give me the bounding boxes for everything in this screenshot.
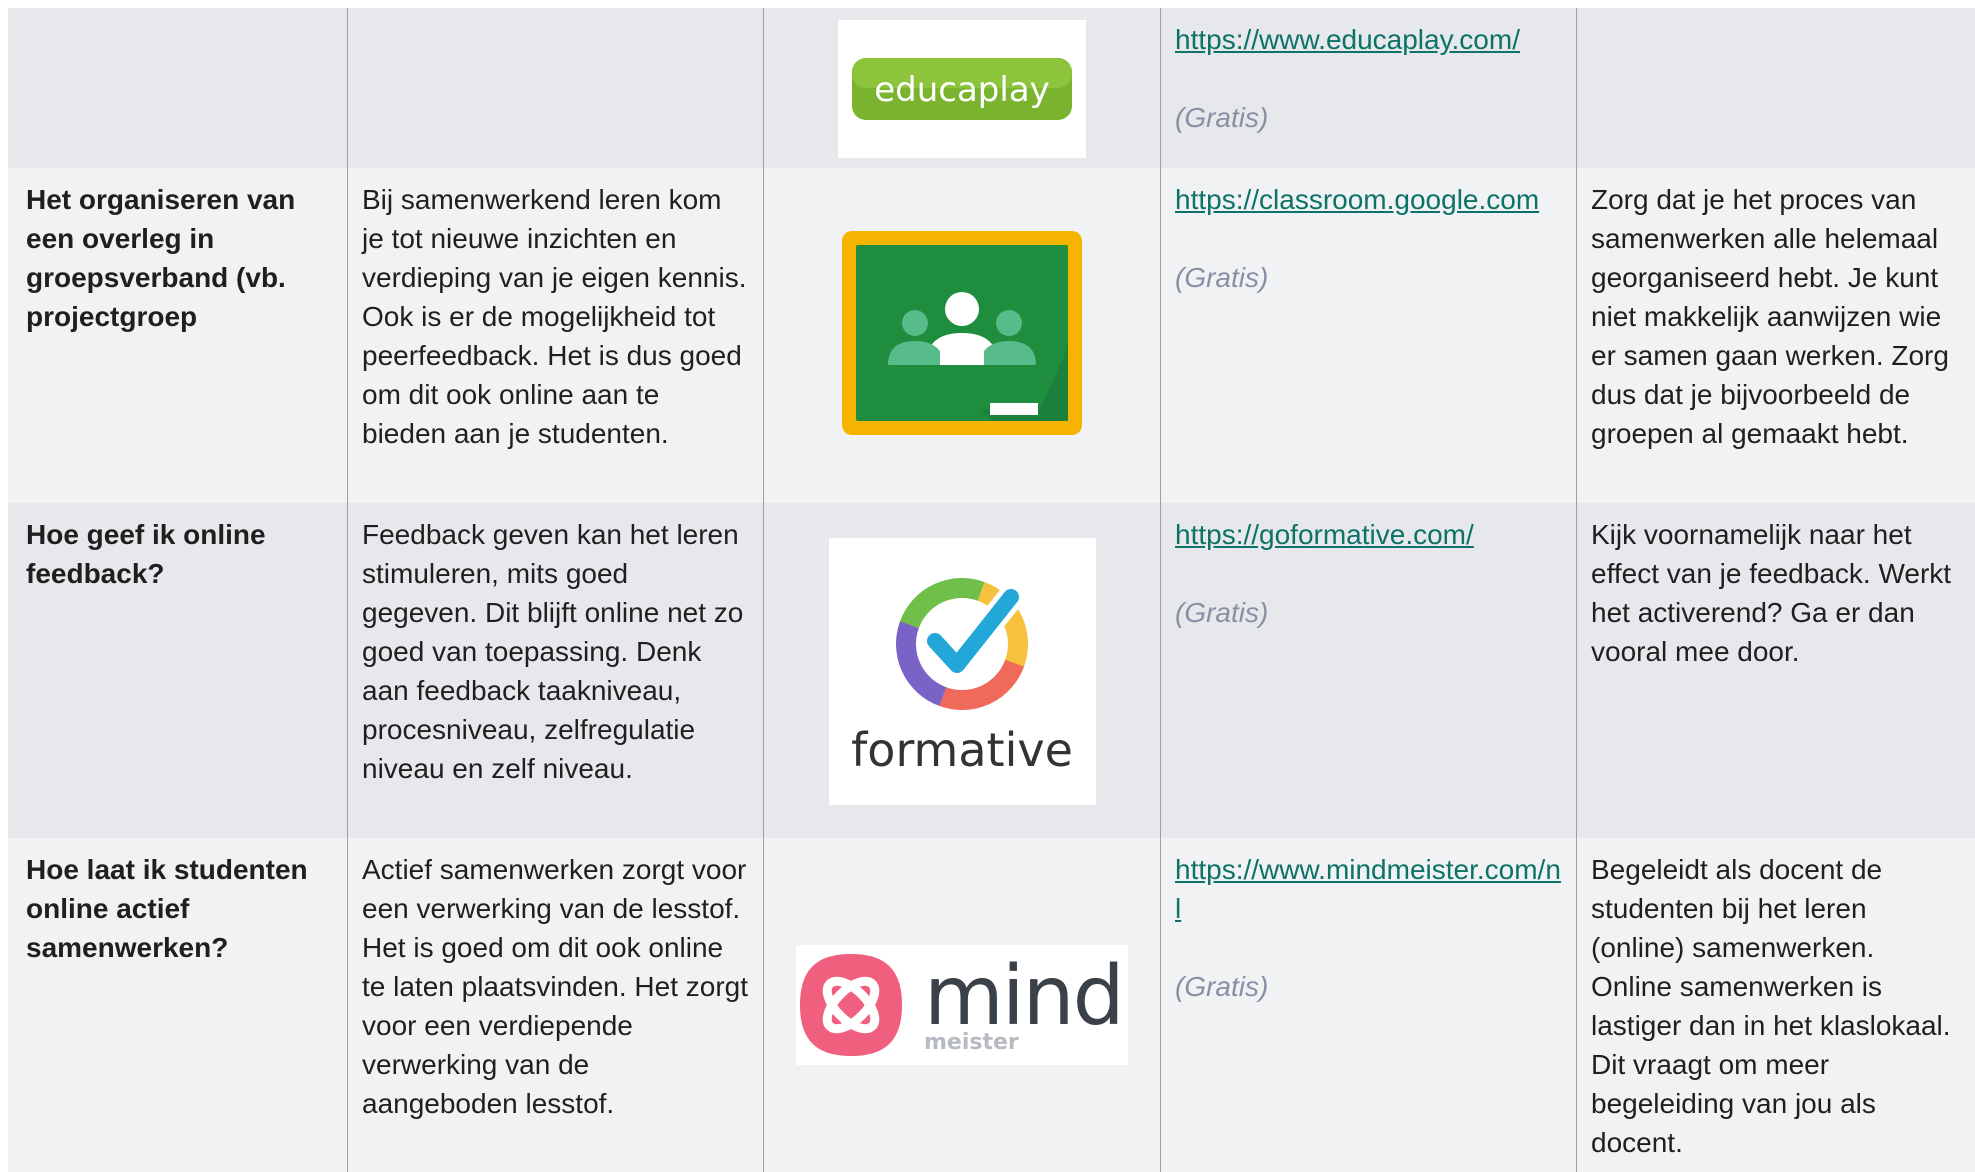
tool-link[interactable]: https://www.mindmeister.com/nl (1175, 850, 1562, 928)
price-label: (Gratis) (1175, 597, 1269, 628)
logo-cell: formative (763, 503, 1160, 838)
price-label: (Gratis) (1175, 102, 1269, 133)
tip-cell: Begeleidt als docent de studenten bij he… (1576, 838, 1975, 1172)
price-label: (Gratis) (1175, 262, 1269, 293)
educaplay-logo: educaplay (838, 20, 1086, 158)
question-cell (8, 8, 347, 168)
link-cell: https://goformative.com/ (Gratis) (1160, 503, 1576, 838)
google-classroom-logo (842, 230, 1082, 435)
logo-cell (763, 168, 1160, 503)
mindmeister-logo-mark (800, 954, 902, 1056)
mindmeister-logo: mind meister (796, 945, 1128, 1065)
tip-cell: Zorg dat je het proces van samenwerken a… (1576, 168, 1975, 503)
description-cell: Bij samenwerkend leren kom je tot nieuwe… (347, 168, 763, 503)
question-cell: Hoe geef ik online feedback? (26, 519, 266, 589)
logo-cell: educaplay (763, 8, 1160, 168)
price-label: (Gratis) (1175, 971, 1269, 1002)
link-cell: https://www.mindmeister.com/nl (Gratis) (1160, 838, 1576, 1172)
tools-table: educaplay https://www.educaplay.com/ (Gr… (8, 8, 1975, 1172)
formative-logo: formative (828, 538, 1096, 805)
mindmeister-logo-text: mind (924, 949, 1125, 1044)
table-row: Hoe laat ik studenten online actief same… (8, 838, 1975, 1172)
table-row: Het organiseren van een overleg in groep… (8, 168, 1975, 503)
formative-logo-text: formative (851, 722, 1073, 777)
question-cell: Het organiseren van een overleg in groep… (26, 184, 296, 332)
table-row: Hoe geef ik online feedback? Feedback ge… (8, 503, 1975, 838)
question-cell: Hoe laat ik studenten online actief same… (26, 854, 308, 963)
logo-cell: mind meister (763, 838, 1160, 1172)
tool-link[interactable]: https://classroom.google.com (1175, 180, 1562, 219)
educaplay-logo-text: educaplay (874, 70, 1050, 110)
link-cell: https://classroom.google.com (Gratis) (1160, 168, 1576, 503)
tip-cell: Kijk voornamelijk naar het effect van je… (1576, 503, 1975, 838)
description-cell: Actief samenwerken zorgt voor een verwer… (347, 838, 763, 1172)
table-row: educaplay https://www.educaplay.com/ (Gr… (8, 8, 1975, 168)
formative-logo-mark (896, 577, 1028, 710)
mindmeister-logo-subtext: meister (924, 1030, 1019, 1055)
description-cell (347, 8, 763, 168)
tool-link[interactable]: https://goformative.com/ (1175, 515, 1562, 554)
educaplay-logo-graphic: educaplay (852, 58, 1072, 120)
mindmeister-wordmark: mind meister (924, 949, 1125, 1055)
description-cell: Feedback geven kan het leren stimuleren,… (347, 503, 763, 838)
link-cell: https://www.educaplay.com/ (Gratis) (1160, 8, 1576, 168)
tool-link[interactable]: https://www.educaplay.com/ (1175, 20, 1562, 59)
tip-cell (1576, 8, 1975, 168)
